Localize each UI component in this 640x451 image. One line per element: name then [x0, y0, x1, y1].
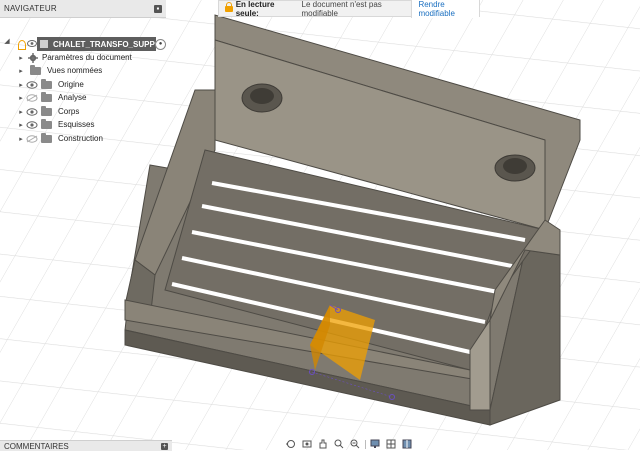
tree-item-label: Analyse — [58, 93, 87, 102]
expand-arrow-icon[interactable]: ▸ — [16, 54, 26, 62]
toolbar-separator — [365, 439, 366, 449]
navigation-toolbar — [285, 438, 414, 450]
tree-item-analysis[interactable]: ▸ Analyse — [16, 91, 86, 104]
expand-arrow-icon[interactable]: ▸ — [16, 121, 26, 129]
tree-item-label: Paramètres du document — [42, 53, 132, 62]
tree-item-bodies[interactable]: ▸ Corps — [16, 105, 79, 118]
tree-item-sketches[interactable]: ▸ Esquisses — [16, 118, 94, 131]
tree-item-label: Vues nommées — [47, 66, 103, 75]
pan-icon[interactable] — [317, 439, 329, 449]
eye-hidden-icon[interactable] — [26, 93, 38, 102]
eye-hidden-icon[interactable] — [26, 134, 38, 143]
eye-icon[interactable] — [26, 120, 38, 129]
collapse-icon[interactable]: ▪ — [154, 4, 162, 13]
folder-icon — [41, 132, 52, 143]
fit-icon[interactable] — [349, 439, 361, 449]
navigator-header: NAVIGATEUR ▪ — [0, 0, 166, 18]
expand-arrow-icon[interactable]: ▸ — [16, 67, 26, 75]
display-settings-icon[interactable] — [370, 439, 382, 449]
readonly-message: Le document n'est pas modifiable — [301, 0, 382, 18]
readonly-banner: En lecture seule: Le document n'est pas … — [218, 0, 480, 18]
orbit-icon[interactable] — [285, 439, 297, 449]
root-component[interactable]: ◢ CHALET_TRANSFO_SUPPOR... ● — [0, 37, 166, 51]
folder-icon — [41, 78, 52, 89]
expand-arrow-icon[interactable]: ▸ — [16, 94, 26, 102]
tree-item-construction[interactable]: ▸ Construction — [16, 132, 103, 145]
expand-arrow-icon[interactable]: ▸ — [16, 135, 26, 143]
eye-icon[interactable] — [26, 107, 38, 116]
lock-icon — [225, 1, 233, 13]
expand-arrow-icon[interactable]: ▸ — [16, 81, 26, 89]
tree-item-label: Construction — [58, 134, 103, 143]
folder-icon — [41, 91, 52, 102]
document-icon — [40, 40, 48, 48]
activation-radio-icon[interactable] — [18, 40, 26, 50]
gear-icon — [28, 52, 38, 63]
readonly-label: En lecture seule: — [235, 0, 275, 18]
grid-icon[interactable] — [386, 439, 398, 449]
make-editable-button[interactable]: Rendre modifiable — [411, 0, 479, 18]
tree-item-named-views[interactable]: ▸ Vues nommées — [16, 64, 102, 77]
zoom-icon[interactable] — [333, 439, 345, 449]
look-at-icon[interactable] — [301, 439, 313, 449]
add-comment-icon[interactable]: + — [161, 442, 168, 450]
viewports-icon[interactable] — [402, 439, 414, 449]
root-options-icon[interactable]: ● — [155, 39, 166, 50]
expand-arrow-icon[interactable]: ▸ — [16, 108, 26, 116]
comments-panel[interactable]: COMMENTAIRES + — [0, 440, 172, 451]
navigator-panel: NAVIGATEUR ▪ ◢ CHALET_TRANSFO_SUPPOR... … — [0, 0, 166, 143]
comments-title: COMMENTAIRES — [4, 441, 69, 451]
collapse-arrow-icon[interactable]: ◢ — [2, 37, 12, 45]
tree-item-label: Origine — [58, 80, 84, 89]
root-label: CHALET_TRANSFO_SUPPOR... — [37, 37, 156, 51]
tree-item-origin[interactable]: ▸ Origine — [16, 78, 84, 91]
navigator-title: NAVIGATEUR — [4, 4, 57, 13]
folder-icon — [41, 118, 52, 129]
folder-icon — [41, 105, 52, 116]
folder-icon — [30, 64, 41, 75]
tree-item-label: Corps — [58, 107, 80, 116]
eye-icon[interactable] — [26, 80, 38, 89]
tree-item-document-settings[interactable]: ▸ Paramètres du document — [16, 51, 132, 64]
tree-item-label: Esquisses — [58, 120, 95, 129]
